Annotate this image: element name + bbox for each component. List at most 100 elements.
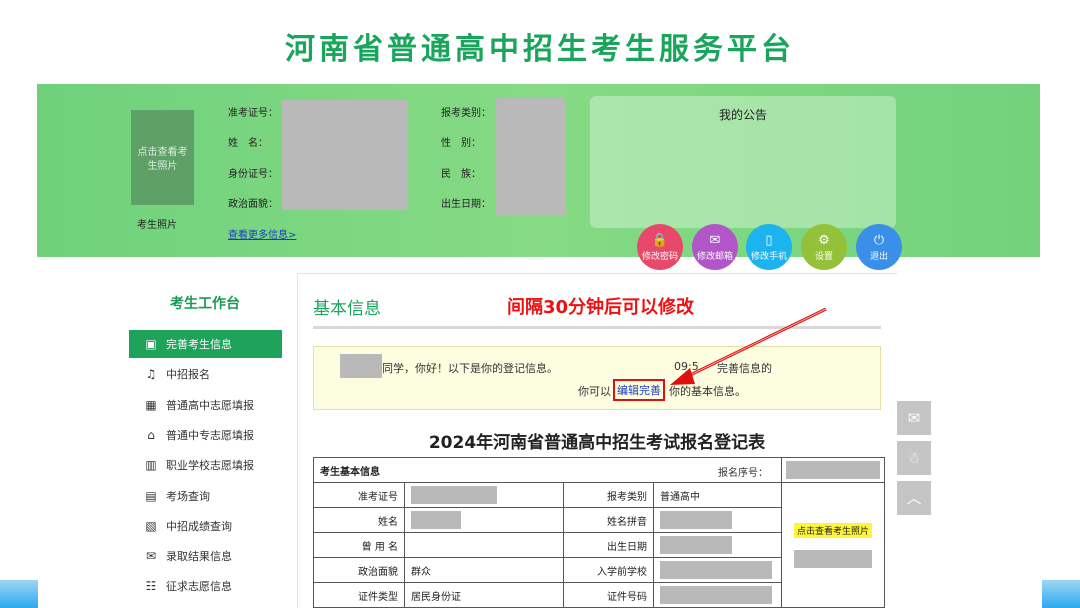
redacted-value: [660, 536, 732, 554]
political-label: 政治面貌：: [228, 199, 278, 210]
announcement-panel: 我的公告: [590, 96, 896, 228]
wechat-icon: ✉: [907, 409, 921, 427]
reg-no-label: 报名序号：: [718, 468, 768, 479]
mail-icon: ✉: [709, 233, 721, 248]
sidebar-item-label: 征求志愿信息: [166, 580, 232, 593]
sidebar-title: 考生工作台: [170, 296, 240, 312]
exam-type-value: 普通高中: [653, 482, 782, 508]
sidebar-item-label: 普通中专志愿填报: [166, 429, 254, 442]
more-info-link[interactable]: 查看更多信息>: [228, 226, 296, 241]
change-phone-button[interactable]: ▯ 修改手机: [746, 224, 792, 270]
back-to-top-button[interactable]: ︿: [897, 481, 931, 515]
exam-no-label: 准考证号：: [228, 108, 278, 119]
redacted-value: [660, 586, 772, 604]
lock-icon: 🔒: [651, 233, 669, 248]
qq-button[interactable]: ☃: [897, 441, 931, 475]
id-no-label: 证件号码: [563, 582, 654, 608]
score-icon: ▧: [145, 519, 157, 533]
id-no-label: 身份证号：: [228, 169, 278, 180]
decorative-corner-right: [1042, 580, 1080, 608]
birth-date-label: 出生日期: [563, 532, 654, 558]
power-icon: ⏻: [873, 233, 885, 248]
table-row: 考生基本信息: [313, 457, 885, 483]
form-add-icon: ☷: [145, 579, 157, 593]
bell-icon: ♫: [145, 367, 157, 381]
form-title: 2024年河南省普通高中招生考试报名登记表: [428, 433, 766, 453]
sidebar-item-high-school-choice[interactable]: ▦ 普通高中志愿填报: [129, 391, 282, 419]
exam-no-label: 准考证号: [313, 482, 405, 508]
birth-label: 出生日期：: [441, 199, 491, 210]
sidebar-item-vocational-secondary-choice[interactable]: ⌂ 普通中专志愿填报: [129, 421, 282, 449]
announcement-title: 我的公告: [718, 108, 767, 122]
wechat-button[interactable]: ✉: [897, 401, 931, 435]
registration-table: 考生基本信息 准考证号 报考类别 普通高中 点击查看考生照片 姓名 姓名拼音 曾…: [313, 457, 885, 608]
photo-cell: 点击查看考生照片: [781, 482, 885, 608]
bank-icon: ⌂: [147, 428, 155, 442]
sidebar-item-label: 录取结果信息: [166, 550, 232, 563]
table-row: 准考证号 报考类别 普通高中 点击查看考生照片: [313, 482, 885, 608]
prior-school-label: 入学前学校: [563, 557, 654, 583]
sidebar-item-complete-info[interactable]: ▣ 完善考生信息: [129, 330, 282, 358]
annotation-text: 间隔30分钟后可以修改: [507, 297, 695, 318]
exam-type-label: 报考类别：: [441, 108, 491, 119]
sidebar-item-admission-result[interactable]: ✉ 录取结果信息: [129, 542, 282, 570]
change-password-button[interactable]: 🔒 修改密码: [637, 224, 683, 270]
birth-date-value: [653, 532, 782, 558]
redacted-value: [411, 511, 461, 529]
sidebar-item-score-query[interactable]: ▧ 中招成绩查询: [129, 512, 282, 540]
logout-label: 退出: [869, 252, 888, 262]
change-email-label: 修改邮箱: [696, 252, 733, 262]
redacted-value: [660, 561, 772, 579]
sidebar-item-label: 考场查询: [166, 490, 210, 503]
edit-info-link[interactable]: 编辑完善: [613, 379, 665, 401]
decorative-corner-left: [0, 580, 38, 608]
site-title: 河南省普通高中招生考生服务平台: [285, 32, 795, 67]
change-phone-label: 修改手机: [750, 252, 787, 262]
change-email-button[interactable]: ✉ 修改邮箱: [692, 224, 738, 270]
exam-room-icon: ▤: [145, 489, 157, 503]
back-to-top-icon: ︿: [906, 489, 922, 507]
redacted-student-info: [282, 100, 408, 210]
political-value: 群众: [404, 557, 564, 583]
greeting-text: 同学，你好！以下是你的登记信息。: [382, 362, 558, 375]
student-photo-placeholder[interactable]: 点击查看考生照片: [131, 110, 194, 205]
id-type-label: 证件类型: [313, 582, 405, 608]
sidebar-item-label: 职业学校志愿填报: [166, 459, 254, 472]
redacted-value: [411, 486, 497, 504]
sidebar-item-supplementary-choice[interactable]: ☷ 征求志愿信息: [129, 572, 282, 600]
reg-no-cell: [781, 457, 885, 483]
gender-label: 性 别：: [441, 138, 481, 149]
last-update-note: 完善信息的: [717, 362, 772, 375]
view-photo-link[interactable]: 点击查看考生照片: [793, 522, 872, 538]
change-password-label: 修改密码: [641, 252, 678, 262]
exam-type-label: 报考类别: [563, 482, 654, 508]
id-no-value: [653, 582, 782, 608]
pinyin-value: [653, 507, 782, 533]
id-type-value: 居民身份证: [404, 582, 564, 608]
pinyin-label: 姓名拼音: [563, 507, 654, 533]
greeting-notice: [313, 346, 881, 410]
edit-prefix: 你可以: [578, 385, 611, 398]
logout-button[interactable]: ⏻ 退出: [856, 224, 902, 270]
name-label: 姓 名：: [228, 138, 268, 149]
last-update-time: 09:5: [674, 360, 699, 373]
sidebar-item-exam-room[interactable]: ▤ 考场查询: [129, 482, 282, 510]
id-card-icon: ▣: [145, 337, 157, 351]
redacted-name: [340, 354, 382, 378]
sidebar-item-label: 普通高中志愿填报: [166, 399, 254, 412]
page-title: 基本信息: [313, 299, 381, 319]
redacted-value: [660, 511, 732, 529]
settings-button[interactable]: ⚙ 设置: [801, 224, 847, 270]
ethnicity-label: 民 族：: [441, 169, 481, 180]
phone-icon: ▯: [765, 233, 773, 248]
redacted-reg-no: [786, 461, 880, 479]
sidebar-item-vocational-school-choice[interactable]: ▥ 职业学校志愿填报: [129, 451, 282, 479]
student-info-banner: 点击查看考生照片 考生照片 准考证号： 姓 名： 身份证号： 政治面貌： 报考类…: [37, 84, 1040, 270]
sidebar-item-label: 完善考生信息: [166, 338, 232, 351]
name-label: 姓名: [313, 507, 405, 533]
sidebar-item-registration[interactable]: ♫ 中招报名: [129, 360, 282, 388]
sidebar-item-label: 中招成绩查询: [166, 520, 232, 533]
qq-icon: ☃: [907, 449, 921, 467]
edit-suffix: 你的基本信息。: [669, 385, 746, 398]
redacted-photo: [794, 549, 872, 568]
